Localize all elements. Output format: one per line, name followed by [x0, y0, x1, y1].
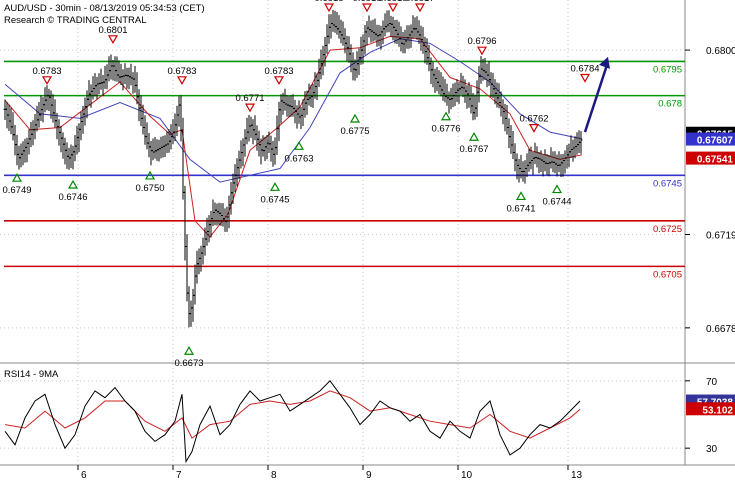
pivot-high-label: 0.6801 — [98, 25, 127, 36]
rsi-value-label: 53.102 — [702, 405, 733, 416]
pivot-high-label: 0.6783 — [264, 66, 293, 77]
pivot-low-label: 0.6763 — [284, 153, 313, 164]
pivot-high-label: 0.6783 — [167, 66, 196, 77]
time-axis: 6 7 8 9 10 13 — [77, 465, 583, 480]
level-label: 0.6795 — [653, 64, 682, 75]
rsi-panel: 703057.703853.102 — [4, 377, 735, 464]
current-price-label: 0.67541 — [697, 155, 734, 166]
pivot-high-label: 0.6771 — [235, 93, 264, 104]
price-tick-label: 0.6678 — [706, 324, 735, 335]
pivot-low-label: 0.6775 — [340, 126, 369, 137]
pivot-high-label: 0.6783 — [32, 66, 61, 77]
pivot-high-label: 0.6818 — [314, 0, 343, 4]
level-label: 0.6705 — [653, 269, 682, 280]
pivot-high-label: 0.6817 — [405, 0, 434, 4]
price-tick-label: 0.6719 — [706, 231, 735, 242]
time-tick-label: 8 — [271, 470, 277, 480]
price-axis: 0.68000.67190.66780.676150.676070.67541 — [685, 46, 735, 335]
time-tick-label: 6 — [81, 470, 87, 480]
pivot-low-label: 0.6746 — [58, 192, 87, 203]
pivot-low-label: 0.6767 — [459, 144, 488, 155]
time-tick-label: 9 — [366, 470, 372, 480]
rsi-tick-label: 30 — [706, 444, 718, 455]
chart-subtitle: Research © TRADING CENTRAL — [4, 15, 147, 26]
current-price-label: 0.67607 — [697, 136, 734, 147]
pivot-high-label: 0.6796 — [467, 36, 496, 47]
pivot-high-label: 0.6784 — [570, 64, 599, 75]
chart-canvas: 0.6795 0.678 0.6745 0.6725 0.6705 0.6783 0.67… — [0, 0, 735, 480]
price-tick-label: 0.6800 — [706, 46, 735, 57]
pivot-high-label: 0.6762 — [519, 114, 548, 125]
pivot-low-label: 0.6673 — [174, 358, 203, 369]
time-tick-label: 7 — [176, 470, 182, 480]
level-label: 0.678 — [658, 99, 682, 110]
level-label: 0.6725 — [653, 224, 682, 235]
pivot-low-label: 0.6776 — [431, 124, 460, 135]
rsi-tick-label: 70 — [706, 377, 718, 388]
rsi-title: RSI14 - 9MA — [4, 369, 59, 380]
level-label: 0.6745 — [653, 178, 682, 189]
pivot-low-label: 0.6745 — [260, 194, 289, 205]
pivot-low-label: 0.6749 — [2, 185, 31, 196]
time-tick-label: 10 — [461, 470, 473, 480]
pivot-low-label: 0.6750 — [135, 183, 164, 194]
main-panel — [0, 0, 685, 362]
chart-title: AUD/USD - 30min - 08/13/2019 05:34:53 (C… — [4, 3, 205, 14]
pivot-high-label: 0.6818 — [378, 0, 407, 4]
time-tick-label: 13 — [571, 470, 583, 480]
pivot-low-label: 0.6741 — [506, 203, 535, 214]
pivot-high-label: 0.6818 — [352, 0, 381, 4]
rsi-line — [4, 380, 581, 464]
pivot-low-label: 0.6744 — [542, 197, 571, 208]
